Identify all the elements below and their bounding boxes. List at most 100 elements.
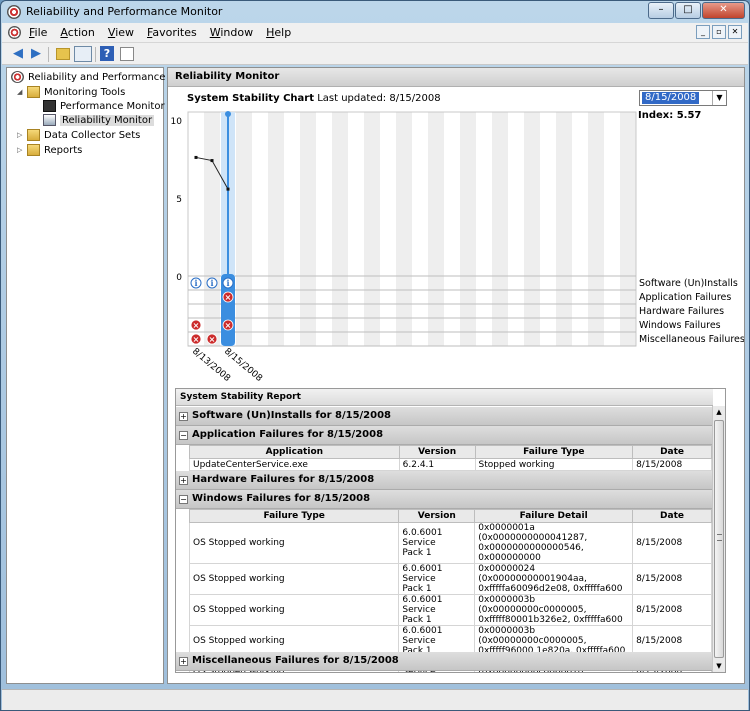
collapse-toggle-icon[interactable]: − [179,431,188,440]
tree-item-reports[interactable]: ▷ Reports [17,143,82,157]
menu-help[interactable]: Help [266,26,291,39]
tree-item-reliability-monitor[interactable]: Reliability Monitor [43,113,155,127]
column-header[interactable]: Date [632,509,712,523]
app-window: Reliability and Performance Monitor – □ … [0,0,750,711]
error-icon-glyph: × [193,335,200,344]
toolbar-separator [95,47,96,62]
cell-text: 8/15/2008 [636,605,683,615]
reliability-performance-icon [11,71,24,83]
column-header[interactable]: Date [632,445,712,459]
cell-text: 0xfffffa60096d2e08, 0xfffffa600 [478,584,623,594]
expand-arrow-icon[interactable]: ▷ [17,131,24,139]
table-row[interactable]: UpdateCenterService.exe 6.2.4.1 Stopped … [189,458,712,471]
chart-column-stripe [236,112,252,346]
column-header[interactable]: Application [189,445,400,459]
stability-report: System Stability Report + Software (Un)I… [175,388,726,673]
menu-view[interactable]: View [108,26,134,39]
menu-action[interactable]: Action [60,26,94,39]
properties-icon[interactable] [120,47,134,61]
section-software-installs[interactable]: + Software (Un)Installs for 8/15/2008 [176,407,713,426]
cell-text: 0x0000001a (0x0000000000041287, [478,523,588,543]
column-header[interactable]: Failure Type [188,509,400,523]
table-row[interactable]: OS Stopped working 6.0.6001 ServicePack 1… [188,522,712,564]
column-header[interactable]: Version [398,509,476,523]
chevron-down-icon[interactable]: ▼ [712,91,726,105]
chart-column-stripe [252,112,268,346]
forward-arrow-icon[interactable]: ▶ [28,46,44,62]
expand-arrow-icon[interactable]: ▷ [17,146,24,154]
error-icon-glyph: × [225,321,232,330]
menu-favorites[interactable]: Favorites [147,26,197,39]
performance-monitor-icon [43,100,56,112]
event-row-label: Hardware Failures [639,306,724,317]
table-row[interactable]: OS Stopped working 6.0.6001 ServicePack 1… [188,563,712,595]
mmc-icon[interactable] [8,26,21,39]
help-icon[interactable]: ? [100,46,114,61]
cell-text: 8/15/2008 [636,538,683,548]
cell-text: 0xfffff80001b326e2, 0xfffffa600 [478,615,623,625]
reliability-monitor-icon [43,114,56,126]
section-windows-failures[interactable]: − Windows Failures for 8/15/2008 [176,490,713,509]
reliability-monitor-pane: Reliability Monitor System Stability Cha… [167,67,745,684]
cell-text: 6.0.6001 Service [402,528,443,548]
report-scrollbar[interactable]: ▲ ▼ [712,406,725,672]
cell-text: OS Stopped working [193,636,285,646]
title-bar[interactable]: Reliability and Performance Monitor – □ … [1,1,749,23]
column-header[interactable]: Failure Detail [474,509,634,523]
stability-chart[interactable]: 10 5 0 i i i × × × × × Software (Un)Installs Applica… [168,108,744,383]
chart-column-stripe [380,112,396,346]
section-miscellaneous-failures[interactable]: + Miscellaneous Failures for 8/15/2008 [176,652,713,671]
table-row[interactable]: OS Stopped working 6.0.6001 ServicePack 1… [188,594,712,626]
section-hardware-failures[interactable]: + Hardware Failures for 8/15/2008 [176,471,713,490]
maximize-button[interactable]: □ [675,2,701,19]
menu-file[interactable]: File [29,26,47,39]
cell-text: Pack 1 [402,584,432,594]
expand-toggle-icon[interactable]: + [179,476,188,485]
show-hide-tree-icon[interactable] [74,46,92,62]
collapse-arrow-icon[interactable]: ◢ [17,88,24,96]
cell-text: OS Stopped working [193,574,285,584]
menu-bar: File Action View Favorites Window Help _… [2,23,748,43]
mdi-close-button[interactable]: ✕ [728,25,742,39]
scroll-thumb[interactable] [714,420,724,658]
chart-column-stripe [316,112,332,346]
mdi-restore-button[interactable]: ▫ [712,25,726,39]
tree-item-root[interactable]: Reliability and Performance [11,70,165,84]
section-application-failures[interactable]: − Application Failures for 8/15/2008 [176,426,713,445]
event-row-label: Software (Un)Installs [639,278,738,289]
cell-text: 6.0.6001 Service [402,564,443,584]
tree-item-data-collector-sets[interactable]: ▷ Data Collector Sets [17,128,140,142]
folder-icon [27,129,40,141]
chart-column-stripe [332,112,348,346]
menu-items: File Action View Favorites Window Help [29,26,304,39]
navigation-tree: Reliability and Performance ◢ Monitoring… [6,67,165,684]
mdi-minimize-button[interactable]: _ [696,25,710,39]
app-icon [7,5,21,19]
chart-column-stripe [412,112,428,346]
tree-item-performance-monitor[interactable]: Performance Monitor [43,99,165,113]
collapse-toggle-icon[interactable]: − [179,495,188,504]
chart-column-stripe [572,112,588,346]
chart-column-stripe [204,112,220,346]
chart-column-stripe [460,112,476,346]
column-header[interactable]: Version [398,445,476,459]
chart-column-stripe [444,112,460,346]
cell-text: 0x0000003b (0x00000000c0000005, [478,626,587,646]
expand-toggle-icon[interactable]: + [179,657,188,666]
back-arrow-icon[interactable]: ◀ [10,46,26,62]
date-select[interactable]: 8/15/2008 ▼ [639,90,727,106]
scroll-down-icon[interactable]: ▼ [713,660,725,672]
close-button[interactable]: ✕ [702,2,745,19]
scroll-up-icon[interactable]: ▲ [713,406,725,418]
column-header[interactable]: Failure Type [474,445,634,459]
expand-toggle-icon[interactable]: + [179,412,188,421]
minimize-button[interactable]: – [648,2,674,19]
chart-title: System Stability Chart [187,93,315,104]
y-tick-label: 0 [176,273,182,283]
chart-column-stripe [524,112,540,346]
tree-item-monitoring-tools[interactable]: ◢ Monitoring Tools [17,85,125,99]
window-title: Reliability and Performance Monitor [26,5,223,18]
y-tick-label: 5 [176,195,182,205]
up-folder-icon[interactable] [56,48,70,60]
menu-window[interactable]: Window [210,26,253,39]
